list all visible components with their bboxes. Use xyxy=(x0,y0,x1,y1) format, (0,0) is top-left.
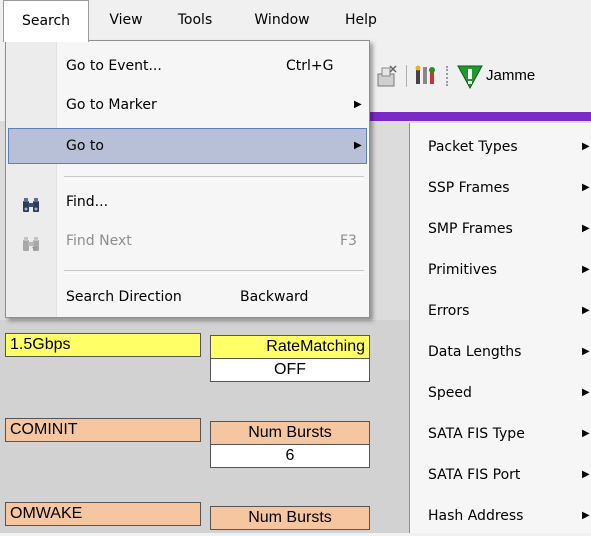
menu-window[interactable]: Window xyxy=(244,0,320,40)
submenu-arrow-icon: ▶ xyxy=(582,182,590,193)
search-menu: Go to Event... Ctrl+G Go to Marker ▶ Go … xyxy=(5,40,370,318)
submenu-arrow-icon: ▶ xyxy=(582,469,590,480)
num-bursts-label-2: Num Bursts xyxy=(210,506,370,530)
num-bursts-label-1: Num Bursts xyxy=(210,421,370,445)
submenu-item-sata-fis-port[interactable]: SATA FIS Port ▶ xyxy=(410,455,591,495)
menu-item-label: Find... xyxy=(66,194,109,210)
submenu-item-label: Data Lengths xyxy=(428,344,522,360)
binoculars-next-icon xyxy=(22,232,40,251)
rate-matching-value[interactable]: OFF xyxy=(210,358,370,382)
menu-search[interactable]: Search xyxy=(3,0,89,42)
submenu-arrow-icon: ▶ xyxy=(582,141,590,152)
speed-cell[interactable]: 1.5Gbps xyxy=(5,333,201,357)
rate-matching-label: RateMatching xyxy=(210,335,370,359)
toolbar: Jamme xyxy=(362,44,591,110)
menu-separator xyxy=(64,270,364,274)
menu-item-label: Go to Marker xyxy=(66,97,157,113)
jammer-label[interactable]: Jamme xyxy=(486,64,535,88)
submenu-item-smp-frames[interactable]: SMP Frames ▶ xyxy=(410,209,591,249)
submenu-arrow-icon: ▶ xyxy=(582,428,590,439)
menu-item-go-to[interactable]: Go to ▶ xyxy=(8,128,367,164)
submenu-item-hash-address[interactable]: Hash Address ▶ xyxy=(410,496,591,536)
cominit-cell[interactable]: COMINIT xyxy=(5,418,201,442)
jammer-icon[interactable] xyxy=(456,62,484,90)
goto-submenu: Packet Types ▶ SSP Frames ▶ SMP Frames ▶ Pr… xyxy=(409,123,591,533)
menu-item-label: Go to xyxy=(66,138,104,154)
submenu-item-primitives[interactable]: Primitives ▶ xyxy=(410,250,591,290)
menu-item-find[interactable]: Find... xyxy=(8,185,367,219)
submenu-arrow-icon: ▶ xyxy=(582,346,590,357)
settings-icon[interactable] xyxy=(414,64,440,88)
submenu-item-data-lengths[interactable]: Data Lengths ▶ xyxy=(410,332,591,372)
submenu-item-label: Speed xyxy=(428,385,472,401)
submenu-arrow-icon: ▶ xyxy=(582,264,590,275)
submenu-item-label: Packet Types xyxy=(428,139,518,155)
submenu-arrow-icon: ▶ xyxy=(582,223,590,234)
submenu-item-ssp-frames[interactable]: SSP Frames ▶ xyxy=(410,168,591,208)
submenu-arrow-icon: ▶ xyxy=(582,387,590,398)
submenu-item-sata-fis-type[interactable]: SATA FIS Type ▶ xyxy=(410,414,591,454)
submenu-item-errors[interactable]: Errors ▶ xyxy=(410,291,591,331)
menu-item-find-next[interactable]: Find Next F3 xyxy=(8,224,367,258)
menu-view[interactable]: View xyxy=(104,0,148,40)
menu-bar: Search View Tools Window Help xyxy=(0,0,591,42)
menu-item-label: Find Next xyxy=(66,233,132,249)
toolbar-grip xyxy=(446,66,452,86)
menu-item-label: Go to Event... xyxy=(66,58,162,74)
menu-help[interactable]: Help xyxy=(340,0,382,40)
submenu-item-label: Hash Address xyxy=(428,508,524,524)
submenu-item-speed[interactable]: Speed ▶ xyxy=(410,373,591,413)
menu-item-shortcut: F3 xyxy=(340,233,357,249)
submenu-arrow-icon: ▶ xyxy=(582,305,590,316)
submenu-item-packet-types[interactable]: Packet Types ▶ xyxy=(410,127,591,167)
submenu-item-label: SATA FIS Port xyxy=(428,467,521,483)
menu-separator xyxy=(64,176,364,180)
submenu-arrow-icon: ▶ xyxy=(582,510,590,521)
submenu-item-label: SATA FIS Type xyxy=(428,426,525,442)
submenu-arrow-icon: ▶ xyxy=(354,99,362,110)
menu-item-shortcut: Ctrl+G xyxy=(286,58,334,74)
toolbar-separator xyxy=(406,65,407,87)
submenu-item-label: Errors xyxy=(428,303,470,319)
clear-icon[interactable] xyxy=(376,64,398,88)
search-direction-value: Backward xyxy=(240,289,309,305)
comwake-cell[interactable]: OMWAKE xyxy=(5,502,201,526)
menu-tools[interactable]: Tools xyxy=(170,0,220,40)
submenu-item-label: SSP Frames xyxy=(428,180,510,196)
purple-strip xyxy=(362,112,591,121)
binoculars-icon xyxy=(22,193,40,212)
submenu-item-label: Primitives xyxy=(428,262,497,278)
menu-item-label: Search Direction xyxy=(66,289,182,305)
menu-item-search-direction[interactable]: Search Direction Backward xyxy=(8,280,367,314)
submenu-item-label: SMP Frames xyxy=(428,221,513,237)
num-bursts-value-1[interactable]: 6 xyxy=(210,444,370,468)
submenu-arrow-icon: ▶ xyxy=(354,140,362,151)
menu-item-go-to-event[interactable]: Go to Event... Ctrl+G xyxy=(8,49,367,83)
menu-item-go-to-marker[interactable]: Go to Marker ▶ xyxy=(8,88,367,122)
